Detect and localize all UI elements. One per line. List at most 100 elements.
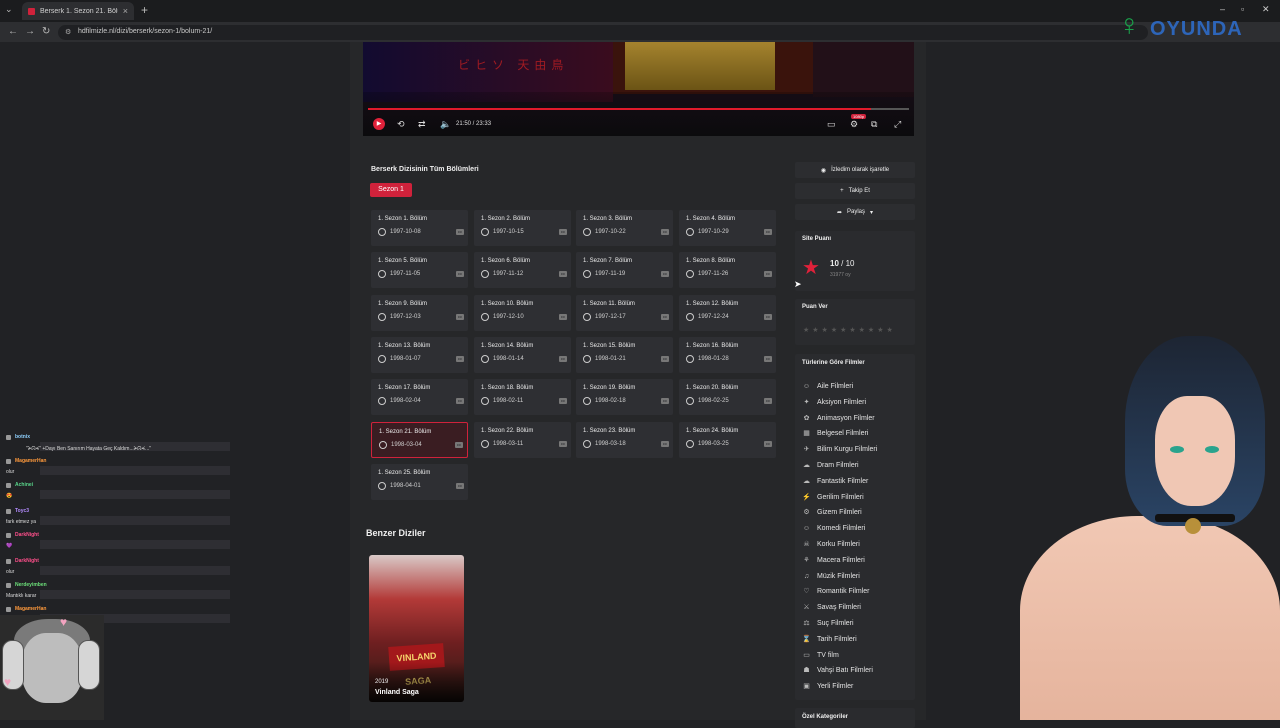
follow-button[interactable]: + Takip Et: [795, 183, 915, 199]
chat-message: fark etmez ya: [6, 519, 37, 525]
episode-date: 1998-01-14: [493, 356, 524, 362]
settings-gear-icon[interactable]: ⚙: [850, 119, 858, 130]
genre-link[interactable]: ✿ Animasyon Filmler: [802, 412, 875, 424]
chat-badge-icon: [6, 482, 11, 488]
episode-name: 1. Sezon 22. Bölüm: [481, 428, 534, 434]
episode-card[interactable]: 1. Sezon 24. Bölüm 1998-03-25 CC: [679, 422, 776, 458]
chat-nick: Toyc3: [15, 508, 30, 514]
episode-name: 1. Sezon 13. Bölüm: [378, 343, 431, 349]
chat-message-bg: [40, 540, 230, 549]
episode-card[interactable]: 1. Sezon 14. Bölüm 1998-01-14 CC: [474, 337, 571, 373]
episode-card[interactable]: 1. Sezon 13. Bölüm 1998-01-07 CC: [371, 337, 468, 373]
clock-icon: [378, 313, 386, 321]
genre-link[interactable]: ⚙ Gizem Filmleri: [802, 506, 861, 518]
episode-card[interactable]: 1. Sezon 25. Bölüm 1998-04-01 CC: [371, 464, 468, 500]
episode-card[interactable]: 1. Sezon 3. Bölüm 1997-10-22 CC: [576, 210, 673, 246]
genre-label: Gerilim Filmleri: [817, 493, 864, 501]
episode-card[interactable]: 1. Sezon 7. Bölüm 1997-11-19 CC: [576, 252, 673, 288]
chat-nick: MagamerHan: [15, 458, 47, 464]
rewind-icon[interactable]: ⟲: [397, 119, 405, 130]
chat-nick-row: MagamerHan: [6, 604, 48, 614]
episode-card[interactable]: 1. Sezon 1. Bölüm 1997-10-08 CC: [371, 210, 468, 246]
new-tab-icon[interactable]: +: [141, 3, 148, 17]
genre-link[interactable]: ♫ Müzik Filmleri: [802, 570, 860, 582]
genre-link[interactable]: ☗ Vahşi Batı Filmleri: [802, 664, 873, 676]
genre-link[interactable]: ☠ Korku Filmleri: [802, 538, 859, 550]
loop-icon[interactable]: ⇄: [418, 119, 426, 130]
episode-card[interactable]: 1. Sezon 18. Bölüm 1998-02-11 CC: [474, 379, 571, 415]
fullscreen-icon[interactable]: ⤢: [894, 119, 901, 130]
mark-watched-button[interactable]: ◉ İzledim olarak işaretle: [795, 162, 915, 178]
episode-card[interactable]: 1. Sezon 4. Bölüm 1997-10-29 CC: [679, 210, 776, 246]
episode-card[interactable]: 1. Sezon 17. Bölüm 1998-02-04 CC: [371, 379, 468, 415]
episode-card[interactable]: 1. Sezon 22. Bölüm 1998-03-11 CC: [474, 422, 571, 458]
episode-card[interactable]: 1. Sezon 11. Bölüm 1997-12-17 CC: [576, 295, 673, 331]
chat-nick-row: botnix: [6, 432, 32, 442]
reload-icon[interactable]: ↻: [42, 26, 50, 37]
episode-date: 1997-12-24: [698, 314, 729, 320]
genre-link[interactable]: ✦ Aksiyon Filmleri: [802, 396, 866, 408]
chat-badge-icon: [6, 532, 11, 538]
genre-link[interactable]: ☺ Komedi Filmleri: [802, 522, 865, 534]
tab-search-icon[interactable]: ⌄: [5, 4, 13, 15]
genre-label: Komedi Filmleri: [817, 524, 866, 532]
url-field[interactable]: ⚙ hdfilmizle.nl/dizi/berserk/sezon-1/bol…: [58, 25, 1148, 40]
genre-link[interactable]: ⚖ Suç Filmleri: [802, 617, 853, 629]
episode-card[interactable]: 1. Sezon 12. Bölüm 1997-12-24 CC: [679, 295, 776, 331]
site-score: 10 / 10: [830, 259, 854, 268]
episode-card[interactable]: 1. Sezon 8. Bölüm 1997-11-26 CC: [679, 252, 776, 288]
avatar-right-hand: [78, 640, 100, 690]
genre-link[interactable]: ☁ Dram Filmleri: [802, 459, 859, 471]
video-progress-bar[interactable]: [368, 108, 909, 110]
play-button[interactable]: ▶: [373, 118, 385, 130]
genre-link[interactable]: ⚔ Savaş Filmleri: [802, 601, 861, 613]
comedy-icon: ☺: [802, 524, 811, 532]
genre-link[interactable]: ♡ Romantik Filmler: [802, 585, 869, 597]
genre-link[interactable]: ▦ Belgesel Filmleri: [802, 427, 868, 439]
genre-link[interactable]: ☁ Fantastik Filmler: [802, 475, 868, 487]
episode-card[interactable]: 1. Sezon 21. Bölüm 1998-03-04 CC: [371, 422, 468, 458]
episode-card[interactable]: 1. Sezon 15. Bölüm 1998-01-21 CC: [576, 337, 673, 373]
episode-card[interactable]: 1. Sezon 19. Bölüm 1998-02-18 CC: [576, 379, 673, 415]
rating-stars[interactable]: ★★★★★★★★★★: [803, 326, 896, 334]
captions-icon[interactable]: ▭: [827, 119, 836, 130]
episode-card[interactable]: 1. Sezon 6. Bölüm 1997-11-12 CC: [474, 252, 571, 288]
genre-link[interactable]: ⚡ Gerilim Filmleri: [802, 491, 864, 503]
vtuber-bell: [1185, 518, 1201, 534]
episode-card[interactable]: 1. Sezon 9. Bölüm 1997-12-03 CC: [371, 295, 468, 331]
forward-icon[interactable]: →: [25, 26, 35, 37]
episode-name: 1. Sezon 1. Bölüm: [378, 216, 428, 222]
episode-card[interactable]: 1. Sezon 5. Bölüm 1997-11-05 CC: [371, 252, 468, 288]
war-icon: ⚔: [803, 604, 810, 611]
episode-card[interactable]: 1. Sezon 16. Bölüm 1998-01-28 CC: [679, 337, 776, 373]
episode-name: 1. Sezon 4. Bölüm: [686, 216, 736, 222]
similar-series-card[interactable]: VINLAND SAGA 2019 Vinland Saga: [369, 555, 464, 702]
genre-link[interactable]: ✈ Bilim Kurgu Filmleri: [802, 443, 878, 455]
clock-icon: [378, 270, 386, 278]
volume-icon[interactable]: 🔈: [440, 119, 451, 130]
share-button[interactable]: ➦ Paylaş ▾: [795, 204, 915, 220]
mystery-icon: ⚙: [803, 509, 810, 516]
back-icon[interactable]: ←: [8, 26, 18, 37]
genre-link[interactable]: ⚘ Macera Filmleri: [802, 554, 864, 566]
genre-link[interactable]: ⌛ Tarih Filmleri: [802, 633, 857, 645]
score-value: 10: [830, 259, 839, 268]
clock-icon: [481, 397, 489, 405]
video-player[interactable]: ビヒソ 天由鳥 ▶ ⟲ ⇄ 🔈 21:50 / 23:33 ▭ ⚙ 1080p …: [363, 42, 914, 136]
episode-card[interactable]: 1. Sezon 20. Bölüm 1998-02-25 CC: [679, 379, 776, 415]
genre-link[interactable]: ▣ Yerli Filmler: [802, 680, 853, 692]
site-info-icon[interactable]: ⚙: [65, 28, 71, 36]
episode-card[interactable]: 1. Sezon 23. Bölüm 1998-03-18 CC: [576, 422, 673, 458]
season-button[interactable]: Sezon 1: [370, 183, 412, 197]
genre-link[interactable]: ☺ Aile Filmleri: [802, 380, 853, 392]
picture-in-picture-icon[interactable]: ⧉: [871, 119, 877, 130]
episode-card[interactable]: 1. Sezon 2. Bölüm 1997-10-15 CC: [474, 210, 571, 246]
western-icon: ☗: [803, 667, 810, 674]
episode-card[interactable]: 1. Sezon 10. Bölüm 1997-12-10 CC: [474, 295, 571, 331]
browser-tab[interactable]: Berserk 1. Sezon 21. Bölüm | D... ×: [22, 2, 134, 20]
subtitle-icon: CC: [456, 398, 464, 404]
close-tab-icon[interactable]: ×: [123, 6, 128, 16]
clock-icon: [481, 228, 489, 236]
episode-date: 1998-01-07: [390, 356, 421, 362]
genre-link[interactable]: ▭ TV film: [802, 649, 839, 661]
